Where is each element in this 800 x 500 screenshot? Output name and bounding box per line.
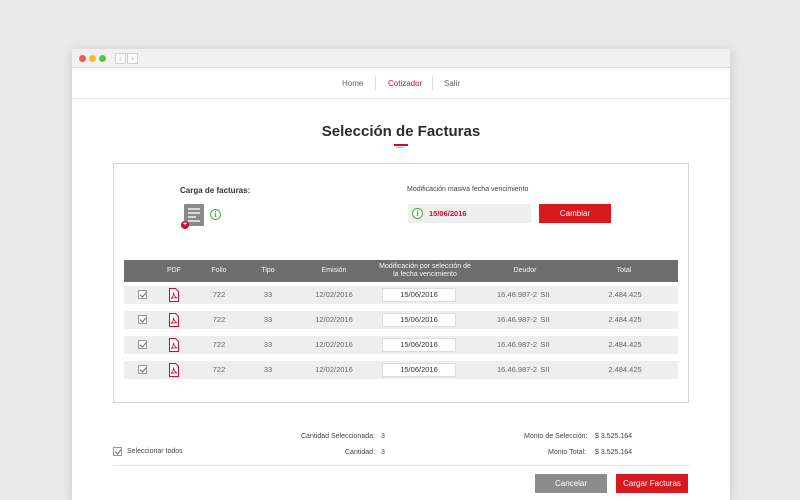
folio-cell: 722 [212, 340, 226, 349]
doc-line [188, 212, 200, 214]
row-checkbox[interactable] [138, 365, 147, 374]
header-modificacion: Modificación por selección de la fecha v… [379, 263, 471, 278]
cantidad-value: 3 [381, 449, 385, 456]
header-pdf: PDF [167, 267, 181, 274]
table-header: PDF Folio Tipo Emisión Modificación por … [124, 260, 678, 282]
select-all-checkbox[interactable] [113, 447, 122, 456]
table-row: 722 33 12/02/2016 15/06/2016 16.46.987-2… [124, 311, 678, 329]
forward-arrow-icon[interactable]: › [127, 53, 138, 64]
upload-label: Carga de facturas: [180, 186, 251, 195]
doc-line [188, 208, 200, 210]
footer-divider [113, 465, 689, 466]
invoice-panel: Carga de facturas: + i Modificación masi… [113, 163, 689, 403]
nav-divider [375, 76, 376, 91]
minimize-window-dot[interactable] [89, 55, 96, 62]
mass-update-label: Modificación masiva fecha vencimiento [407, 186, 529, 193]
deudor-cell: 16.46.987-2 [496, 290, 538, 299]
row-checkbox[interactable] [138, 340, 147, 349]
monto-seleccion-value: $ 3.525.164 [595, 433, 632, 440]
sii-cell: SII [540, 290, 550, 299]
pdf-icon[interactable] [168, 313, 180, 327]
cantidad-seleccionada-value: 3 [381, 433, 385, 440]
table-row: 722 33 12/02/2016 15/06/2016 16.46.987-2… [124, 336, 678, 354]
folio-cell: 722 [212, 315, 226, 324]
header-tipo: Tipo [261, 267, 275, 274]
nav-cotizador-link[interactable]: Cotizador [388, 68, 422, 99]
cancel-button[interactable]: Cancelar [535, 474, 607, 493]
maximize-window-dot[interactable] [99, 55, 106, 62]
row-checkbox[interactable] [138, 290, 147, 299]
back-arrow-icon[interactable]: ‹ [115, 53, 126, 64]
cantidad-label: Cantidad: [345, 449, 375, 456]
nav-home-link[interactable]: Home [342, 68, 363, 99]
emision-cell: 12/02/2016 [315, 315, 353, 324]
close-window-dot[interactable] [79, 55, 86, 62]
monto-total-value: $ 3.525.164 [595, 449, 632, 456]
top-navigation: Home Cotizador Salir [72, 68, 730, 99]
folio-cell: 722 [212, 290, 226, 299]
tipo-cell: 33 [263, 340, 273, 349]
emision-cell: 12/02/2016 [315, 340, 353, 349]
total-cell: 2.484.425 [608, 315, 642, 324]
nav-divider [432, 76, 433, 91]
monto-total-label: Monto Total: [548, 449, 587, 456]
sii-cell: SII [540, 340, 550, 349]
cargar-facturas-button[interactable]: Cargar Facturas [616, 474, 688, 493]
deudor-cell: 16.46.987-2 [496, 365, 538, 374]
emision-cell: 12/02/2016 [315, 290, 353, 299]
total-cell: 2.484.425 [608, 290, 642, 299]
row-checkbox[interactable] [138, 315, 147, 324]
cantidad-seleccionada-label: Cantidad Seleccionada: [301, 433, 375, 440]
title-accent-line [394, 144, 408, 146]
mass-date-field[interactable]: i 15/06/2016 [408, 204, 531, 223]
total-cell: 2.484.425 [608, 365, 642, 374]
monto-seleccion-label: Monto de Selección: [524, 433, 588, 440]
header-folio: Folio [211, 267, 227, 274]
header-total: Total [616, 267, 632, 274]
tipo-cell: 33 [263, 315, 273, 324]
doc-line [188, 220, 200, 222]
invoices-table: PDF Folio Tipo Emisión Modificación por … [124, 260, 678, 379]
vencimiento-input[interactable]: 15/06/2016 [382, 363, 456, 377]
pdf-icon[interactable] [168, 338, 180, 352]
info-icon[interactable]: i [210, 209, 221, 220]
plus-badge-icon: + [181, 221, 189, 229]
tipo-cell: 33 [263, 290, 273, 299]
sii-cell: SII [540, 315, 550, 324]
browser-window: ‹ › Home Cotizador Salir Selección de Fa… [72, 49, 730, 500]
sii-cell: SII [540, 365, 550, 374]
table-row: 722 33 12/02/2016 15/06/2016 16.46.987-2… [124, 286, 678, 304]
info-icon[interactable]: i [412, 208, 423, 219]
tipo-cell: 33 [263, 365, 273, 374]
header-emision: Emisión [321, 267, 347, 274]
cambiar-button[interactable]: Cambiar [539, 204, 611, 223]
folio-cell: 722 [212, 365, 226, 374]
pdf-icon[interactable] [168, 288, 180, 302]
title-accent-subline [396, 147, 404, 148]
header-deudor: Deudor [513, 267, 537, 274]
emision-cell: 12/02/2016 [315, 365, 353, 374]
nav-salir-link[interactable]: Salir [444, 68, 460, 99]
deudor-cell: 16.46.987-2 [496, 315, 538, 324]
doc-line [188, 216, 196, 218]
vencimiento-input[interactable]: 15/06/2016 [382, 338, 456, 352]
total-cell: 2.484.425 [608, 340, 642, 349]
mass-date-value: 15/06/2016 [429, 209, 467, 218]
pdf-icon[interactable] [168, 363, 180, 377]
page-title: Selección de Facturas [321, 123, 481, 140]
select-all-label: Seleccionar todos [127, 448, 183, 455]
vencimiento-input[interactable]: 15/06/2016 [382, 288, 456, 302]
table-row: 722 33 12/02/2016 15/06/2016 16.46.987-2… [124, 361, 678, 379]
title-bar: ‹ › [72, 49, 730, 68]
deudor-cell: 16.46.987-2 [496, 340, 538, 349]
vencimiento-input[interactable]: 15/06/2016 [382, 313, 456, 327]
